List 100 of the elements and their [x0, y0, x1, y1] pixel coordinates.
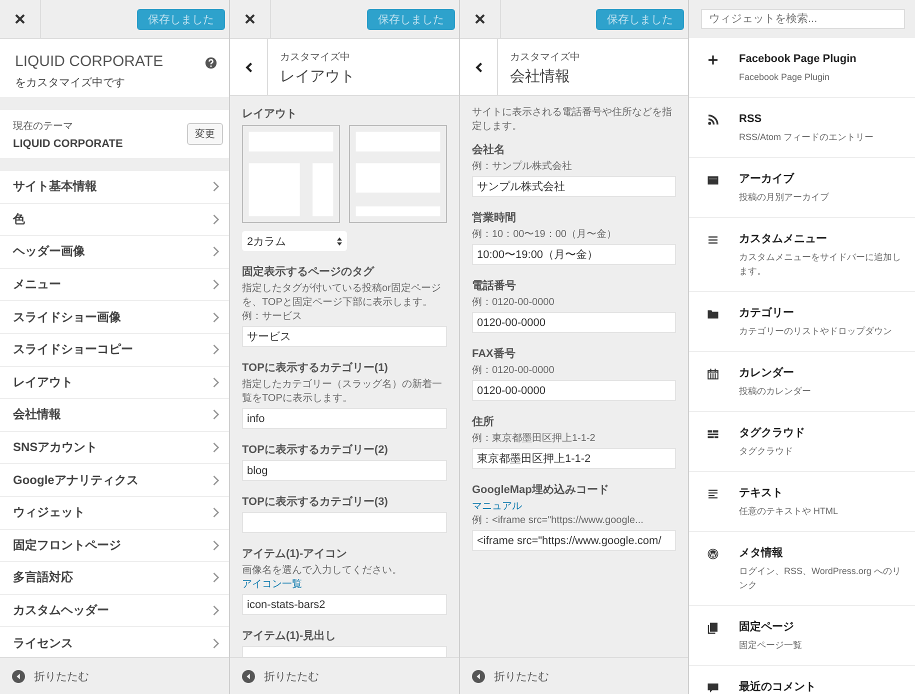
- chevron-right-icon: [212, 442, 219, 454]
- chevron-right-icon: [212, 312, 219, 323]
- field-label: 会社名: [472, 142, 506, 157]
- menu-item[interactable]: スライドショーコピー: [0, 334, 229, 367]
- plus-icon: [707, 54, 719, 66]
- chevron-right-icon: [212, 474, 219, 486]
- menu-item[interactable]: サイト基本情報: [0, 171, 229, 204]
- chevron-right-icon: [212, 605, 219, 616]
- text-field[interactable]: 0120-00-0000: [472, 380, 676, 401]
- back-icon[interactable]: [474, 62, 482, 72]
- close-icon[interactable]: [15, 14, 25, 24]
- widget-item[interactable]: カスタムメニュー カスタムメニューをサイドバーに追加します。: [689, 218, 915, 292]
- pages-icon: [707, 622, 719, 634]
- menu-item[interactable]: Googleアナリティクス: [0, 464, 229, 497]
- breadcrumb: カスタマイズ中: [280, 50, 351, 64]
- chevron-right-icon: [212, 344, 219, 356]
- chevron-right-icon: [212, 376, 219, 388]
- menu-item[interactable]: メニュー: [0, 268, 229, 302]
- close-icon[interactable]: [245, 14, 255, 24]
- rss-icon: [707, 114, 719, 126]
- text-lines-icon: [707, 488, 719, 500]
- menu-item[interactable]: ヘッダー画像: [0, 236, 229, 269]
- widget-item[interactable]: 最近のコメント: [689, 666, 915, 694]
- menu-item[interactable]: スライドショー画像: [0, 301, 229, 334]
- widget-item[interactable]: アーカイブ 投稿の月別アーカイブ: [689, 158, 915, 218]
- field-description: 画像名を選んで入力してください。: [242, 564, 403, 578]
- comment-icon: [707, 682, 719, 694]
- widget-item[interactable]: カレンダー 投稿のカレンダー: [689, 352, 915, 412]
- menu-item[interactable]: 多言語対応: [0, 562, 229, 595]
- calendar-icon: [707, 368, 719, 380]
- field-example: 例：サンプル株式会社: [472, 160, 573, 174]
- circle-logo-icon: [707, 548, 719, 560]
- collapse-icon: [472, 670, 485, 682]
- field-label: レイアウト: [242, 107, 298, 121]
- text-field[interactable]: icon-stats-bars2: [242, 594, 447, 615]
- tag-cloud-icon: [707, 428, 719, 440]
- field-example: 例：0120-00-0000: [472, 364, 556, 378]
- menu-icon: [707, 234, 719, 246]
- change-button[interactable]: 変更: [187, 123, 223, 145]
- widget-item[interactable]: タグクラウド タグクラウド: [689, 412, 915, 472]
- section-title: レイアウト: [280, 67, 355, 86]
- back-icon[interactable]: [244, 62, 252, 72]
- text-field[interactable]: 0120-00-0000: [472, 312, 676, 333]
- text-field[interactable]: [242, 512, 447, 533]
- chevron-right-icon: [212, 507, 219, 518]
- text-field[interactable]: サンプル株式会社: [472, 176, 676, 197]
- widget-item[interactable]: メタ情報 ログイン、RSS、WordPress.org へのリンク: [689, 532, 915, 606]
- layout-select[interactable]: 2カラム: [242, 231, 347, 251]
- menu-item[interactable]: 会社情報: [0, 399, 229, 432]
- menu-item[interactable]: カスタムヘッダー: [0, 594, 229, 628]
- chevron-right-icon: [212, 638, 219, 649]
- chevron-right-icon: [212, 181, 219, 192]
- text-field[interactable]: info: [242, 408, 447, 429]
- help-icon[interactable]: [205, 57, 217, 69]
- field-label: GoogleMap埋め込みコード: [472, 482, 610, 497]
- field-label: 住所: [472, 414, 495, 429]
- menu-item[interactable]: レイアウト: [0, 366, 229, 400]
- collapse-icon: [242, 670, 255, 682]
- field-example: 例：東京都墨田区押上1-1-2: [472, 432, 596, 446]
- widget-item[interactable]: テキスト 任意のテキストや HTML: [689, 472, 915, 532]
- theme-title: LIQUID CORPORATE: [15, 53, 164, 70]
- chevron-right-icon: [212, 572, 219, 584]
- widget-item[interactable]: 固定ページ 固定ページ一覧: [689, 606, 915, 666]
- text-field[interactable]: サービス: [242, 326, 447, 347]
- field-description: 指定したタグが付いている投稿or固定ページを、TOPと固定ページ下部に表示します。: [242, 282, 442, 310]
- collapse-button[interactable]: 折りたたむ: [12, 668, 89, 684]
- widget-item[interactable]: Facebook Page Plugin Facebook Page Plugin: [689, 38, 915, 98]
- layout-thumbnail[interactable]: [242, 124, 340, 224]
- text-field[interactable]: 10:00〜19:00（月〜金）: [472, 244, 676, 265]
- collapse-button[interactable]: 折りたたむ: [472, 668, 549, 684]
- chevron-right-icon: [212, 214, 219, 225]
- chevron-right-icon: [212, 279, 219, 290]
- menu-item[interactable]: ウィジェット: [0, 496, 229, 530]
- section-description: サイトに表示される電話番号や住所などを指定します。: [472, 106, 673, 134]
- field-label: 営業時間: [472, 210, 517, 225]
- field-example: 例：サービス: [242, 310, 303, 324]
- field-example: 例：10：00〜19：00（月〜金）: [472, 228, 618, 242]
- menu-item[interactable]: SNSアカウント: [0, 432, 229, 464]
- folder-icon: [707, 308, 719, 320]
- text-field[interactable]: blog: [242, 460, 447, 481]
- text-field[interactable]: <iframe src="https://www.google.com/: [472, 530, 676, 551]
- section-title: 会社情報: [510, 67, 571, 86]
- widget-item[interactable]: カテゴリー カテゴリーのリストやドロップダウン: [689, 292, 915, 352]
- menu-item[interactable]: 固定フロントページ: [0, 530, 229, 562]
- field-label: TOPに表示するカテゴリー(3): [242, 494, 389, 509]
- search-field[interactable]: ウィジェットを検索...: [701, 9, 905, 29]
- chevron-right-icon: [212, 540, 219, 551]
- help-link[interactable]: マニュアル: [472, 500, 676, 514]
- widget-item[interactable]: RSS RSS/Atom フィードのエントリー: [689, 98, 915, 158]
- menu-item[interactable]: 色: [0, 204, 229, 236]
- updown-arrows-icon: [337, 236, 342, 246]
- close-icon[interactable]: [475, 14, 485, 24]
- archive-box-icon: [707, 174, 719, 186]
- menu-item[interactable]: ライセンス: [0, 627, 229, 657]
- text-field[interactable]: 東京都墨田区押上1-1-2: [472, 448, 676, 469]
- help-link[interactable]: アイコン一覧: [242, 578, 447, 592]
- field-label: 電話番号: [472, 278, 517, 293]
- field-label: アイテム(1)-アイコン: [242, 547, 348, 561]
- collapse-button[interactable]: 折りたたむ: [242, 668, 319, 684]
- layout-thumbnail[interactable]: [349, 124, 447, 224]
